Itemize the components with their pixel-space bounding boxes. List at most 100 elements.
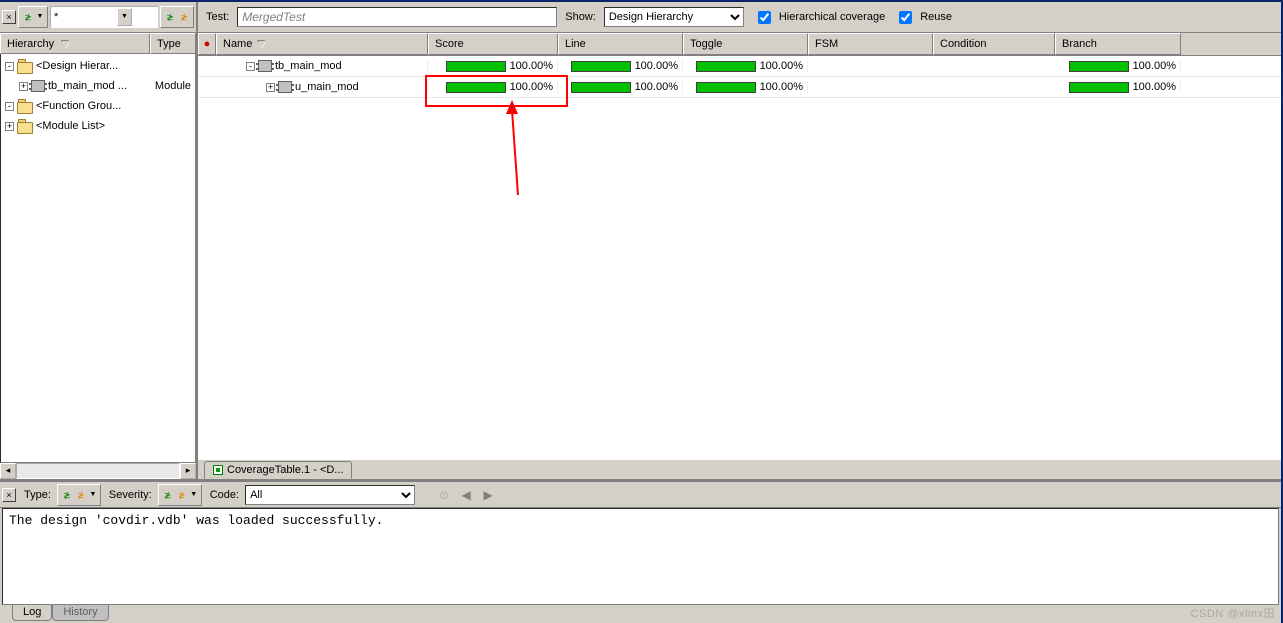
stop-icon[interactable]: ⊘	[435, 486, 453, 504]
col-name-label: Name	[223, 38, 252, 50]
col-branch-label: Branch	[1062, 38, 1097, 50]
tree-row[interactable]: - <Design Hierar...	[1, 56, 195, 76]
coverage-table-header: ● Name Score Line Toggle FSM Condition B…	[198, 33, 1281, 56]
filter-dd-a[interactable]: ▼	[35, 9, 45, 25]
hierarchy-col-type[interactable]: Type	[150, 33, 196, 54]
filter-style-buttons: ≵ ▼	[18, 6, 48, 28]
col-fsm[interactable]: FSM	[808, 33, 933, 55]
tree-row[interactable]: + tb_main_mod ... Module	[1, 76, 195, 96]
nav-btn-left[interactable]: ≵	[163, 9, 177, 25]
hier-coverage-label: Hierarchical coverage	[779, 11, 885, 23]
severity-dd[interactable]: ▼	[189, 487, 199, 503]
close-icon[interactable]: ×	[2, 10, 16, 24]
progress-bar	[446, 82, 506, 93]
expand-toggle[interactable]: -	[5, 62, 14, 71]
scroll-right-icon[interactable]: ▸	[180, 463, 196, 479]
expand-toggle[interactable]: -	[5, 102, 14, 111]
tab-coverage-table[interactable]: CoverageTable.1 - <D...	[204, 461, 352, 479]
col-branch[interactable]: Branch	[1055, 33, 1181, 55]
row-name-cell[interactable]: - tb_main_mod	[216, 60, 428, 72]
progress-bar	[696, 82, 756, 93]
tab-log-label: Log	[23, 606, 41, 618]
log-output[interactable]: The design 'covdir.vdb' was loaded succe…	[2, 508, 1279, 605]
tab-log[interactable]: Log	[12, 605, 52, 621]
filter-combo[interactable]: ▼	[50, 6, 158, 28]
scroll-left-icon[interactable]: ◂	[0, 463, 16, 479]
row-toggle-cell: 100.00%	[683, 81, 808, 93]
sort-indicator-icon	[62, 41, 70, 47]
coverage-tab-icon	[213, 465, 223, 475]
col-toggle[interactable]: Toggle	[683, 33, 808, 55]
module-icon	[278, 81, 292, 93]
close-icon[interactable]: ×	[2, 488, 16, 502]
log-tab-strip: Log History	[0, 605, 1281, 623]
annotation-arrow-icon	[498, 100, 528, 200]
col-cond[interactable]: Condition	[933, 33, 1055, 55]
log-panel: × Type: ≵ ≵ ▼ Severity: ≵ ≵ ▼ Code: All …	[0, 479, 1281, 623]
row-toggle: 100.00%	[760, 60, 803, 72]
expand-toggle[interactable]: +	[5, 122, 14, 131]
expand-toggle[interactable]: +	[266, 83, 275, 92]
tree-row[interactable]: + <Module List>	[1, 116, 195, 136]
expand-toggle[interactable]: -	[246, 62, 255, 71]
filter-input[interactable]	[51, 8, 117, 26]
tab-history[interactable]: History	[52, 605, 108, 621]
severity-filter-buttons: ≵ ≵ ▼	[158, 484, 202, 506]
row-branch: 100.00%	[1133, 81, 1176, 93]
folder-icon	[17, 99, 33, 113]
module-icon	[258, 60, 272, 72]
col-name[interactable]: Name	[216, 33, 428, 55]
hier-coverage-checkbox[interactable]	[758, 11, 771, 24]
type-btn-a[interactable]: ≵	[60, 487, 74, 503]
col-line[interactable]: Line	[558, 33, 683, 55]
expand-toggle[interactable]: +	[19, 82, 28, 91]
row-name-cell[interactable]: + u_main_mod	[216, 81, 428, 93]
col-score-label: Score	[435, 38, 464, 50]
row-toggle: 100.00%	[760, 81, 803, 93]
left-hscroll[interactable]: ◂ ▸	[0, 463, 196, 479]
left-panel: × ≵ ▼ ▼ ≵ ≵ Hierarchy	[0, 2, 198, 479]
row-line: 100.00%	[635, 60, 678, 72]
hierarchy-col-name[interactable]: Hierarchy	[0, 33, 150, 54]
test-input[interactable]	[237, 7, 557, 27]
prev-icon[interactable]: ◀	[457, 486, 475, 504]
tree-label: tb_main_mod ...	[48, 80, 127, 92]
next-icon[interactable]: ▶	[479, 486, 497, 504]
module-icon	[31, 80, 45, 92]
hierarchy-tree[interactable]: - <Design Hierar... + tb_main_mod ... Mo…	[0, 54, 196, 463]
tree-label: <Module List>	[36, 120, 105, 132]
code-select[interactable]: All	[245, 485, 415, 505]
col-score[interactable]: Score	[428, 33, 558, 55]
tree-row[interactable]: - <Function Grou...	[1, 96, 195, 116]
type-dd[interactable]: ▼	[88, 487, 98, 503]
col-toggle-label: Toggle	[690, 38, 722, 50]
main-tab-strip: CoverageTable.1 - <D...	[198, 459, 1281, 479]
severity-btn-a[interactable]: ≵	[161, 487, 175, 503]
hierarchy-col-type-label: Type	[157, 38, 181, 50]
progress-bar	[1069, 61, 1129, 72]
show-label: Show:	[563, 11, 598, 23]
col-cond-label: Condition	[940, 38, 986, 50]
col-line-label: Line	[565, 38, 586, 50]
code-label: Code:	[206, 489, 241, 501]
severity-label: Severity:	[105, 489, 154, 501]
show-select[interactable]: Design Hierarchy	[604, 7, 744, 27]
top-split: × ≵ ▼ ▼ ≵ ≵ Hierarchy	[0, 2, 1281, 479]
coverage-table-body[interactable]: - tb_main_mod 100.00% 100.00% 100.00% 10…	[198, 56, 1281, 459]
col-marker[interactable]: ●	[198, 33, 216, 55]
scroll-track[interactable]	[16, 463, 180, 479]
row-line: 100.00%	[635, 81, 678, 93]
type-btn-b[interactable]: ≵	[74, 487, 88, 503]
severity-btn-b[interactable]: ≵	[175, 487, 189, 503]
table-row[interactable]: + u_main_mod 100.00% 100.00% 100.00% 100…	[198, 77, 1281, 98]
row-score: 100.00%	[510, 60, 553, 72]
filter-dropdown-button[interactable]: ▼	[117, 8, 132, 26]
row-name: u_main_mod	[295, 81, 359, 93]
reuse-checkbox[interactable]	[899, 11, 912, 24]
nav-btn-right[interactable]: ≵	[177, 9, 191, 25]
table-row[interactable]: - tb_main_mod 100.00% 100.00% 100.00% 10…	[198, 56, 1281, 77]
test-label: Test:	[204, 11, 231, 23]
filter-btn-a[interactable]: ≵	[21, 9, 35, 25]
row-line-cell: 100.00%	[558, 81, 683, 93]
tree-type: Module	[155, 80, 195, 92]
